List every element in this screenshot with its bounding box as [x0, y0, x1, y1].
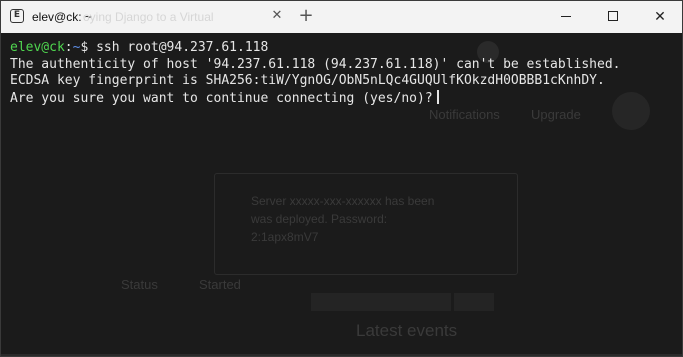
confirm-prompt-text: Are you sure you want to continue connec… — [10, 90, 433, 106]
command-text: ssh root@94.237.61.118 — [88, 40, 269, 55]
new-tab-button[interactable]: + — [298, 7, 314, 25]
background-bar-small — [454, 293, 494, 311]
background-card-line2: was deployed. Password: — [251, 212, 388, 226]
output-line-fingerprint: ECDSA key fingerprint is SHA256:tiW/YgnO… — [10, 73, 605, 88]
background-status: Status — [121, 277, 158, 292]
background-started: Started — [199, 277, 241, 292]
text-cursor — [436, 89, 439, 104]
prompt-separator: : — [64, 40, 73, 55]
background-latest-events: Latest events — [356, 321, 458, 340]
background-tab-title: oying Django to a Virtual — [83, 10, 214, 24]
background-card: Server xxxxx-xxx-xxxxxx has been was dep… — [214, 173, 518, 275]
terminal-window: E elev@ck: ~ oying Django to a Virtual ✕… — [0, 0, 683, 357]
minimize-icon — [561, 16, 571, 17]
terminal-app-icon: E — [10, 9, 24, 23]
background-card-line3: 2:1apx8mV7 — [251, 230, 319, 244]
prompt-user: elev@ck — [10, 40, 65, 55]
close-tab-icon[interactable]: ✕ — [270, 9, 284, 23]
command-line: elev@ck:~$ ssh root@94.237.61.118 — [10, 40, 620, 57]
minimize-button[interactable] — [543, 1, 589, 33]
title-bar[interactable]: E elev@ck: ~ oying Django to a Virtual ✕… — [1, 1, 682, 33]
background-card-line1: Server xxxxx-xxx-xxxxxx has been — [251, 194, 435, 208]
output-line-authenticity: The authenticity of host '94.237.61.118 … — [10, 56, 621, 72]
background-notifications: Notifications — [429, 107, 500, 122]
background-upgrade: Upgrade — [531, 107, 581, 122]
close-window-button[interactable]: ✕ — [637, 1, 682, 33]
maximize-icon — [608, 11, 618, 21]
maximize-button[interactable] — [590, 1, 636, 33]
terminal-pane[interactable]: Notifications Upgrade Server xxxxx-xxx-x… — [1, 33, 682, 356]
background-bar — [311, 293, 451, 311]
terminal-output: elev@ck:~$ ssh root@94.237.61.118 The aut… — [10, 40, 620, 107]
confirm-prompt-line[interactable]: Are you sure you want to continue connec… — [10, 89, 620, 108]
